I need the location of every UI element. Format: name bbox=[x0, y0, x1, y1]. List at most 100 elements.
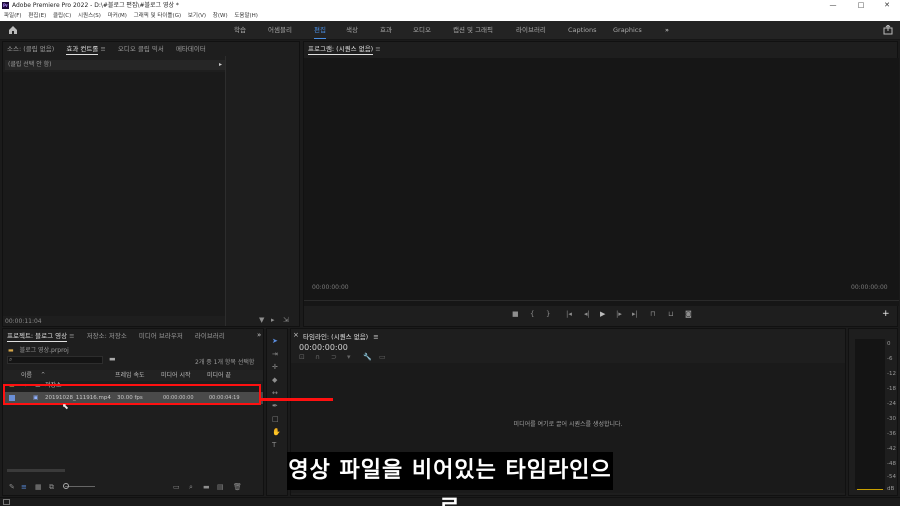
column-frame-rate[interactable]: 프레임 속도 bbox=[115, 370, 145, 381]
workspace-more-button[interactable]: » bbox=[665, 21, 669, 39]
go-to-out-icon[interactable]: ▸| bbox=[632, 310, 638, 319]
toggle-icon[interactable]: ⇲ bbox=[283, 316, 289, 325]
share-icon[interactable] bbox=[883, 25, 893, 35]
hand-tool-icon[interactable]: ✋ bbox=[272, 428, 281, 437]
nest-toggle-icon[interactable]: ⊡ bbox=[299, 353, 305, 362]
tab-audio-clip-mixer[interactable]: 오디오 클립 믹서 bbox=[118, 45, 164, 53]
new-bin-from-search-icon[interactable]: ▬ bbox=[109, 355, 116, 363]
razor-tool-icon[interactable]: ◆ bbox=[272, 376, 277, 385]
workspace-captions[interactable]: Captions bbox=[568, 21, 597, 39]
timeline-marker-icon[interactable]: ▾ bbox=[347, 353, 351, 362]
workspace-learning[interactable]: 학습 bbox=[234, 21, 246, 39]
play-only-arrow-icon[interactable]: ▸ bbox=[219, 60, 222, 70]
ripple-edit-tool-icon[interactable]: ✛ bbox=[272, 363, 278, 372]
step-forward-icon[interactable]: |▸ bbox=[616, 310, 622, 319]
workspace-audio[interactable]: 오디오 bbox=[413, 21, 431, 39]
rectangle-tool-icon[interactable]: □ bbox=[272, 415, 279, 424]
menu-clip[interactable]: 클립(C) bbox=[53, 11, 71, 21]
program-video-area[interactable] bbox=[304, 58, 899, 306]
type-tool-icon[interactable]: T bbox=[272, 441, 276, 450]
zoom-slider-handle[interactable] bbox=[63, 483, 69, 489]
slip-tool-icon[interactable]: ↔ bbox=[272, 389, 278, 398]
program-scrubber[interactable] bbox=[304, 300, 899, 301]
find-icon[interactable]: ⌕ bbox=[189, 483, 193, 492]
tab-project[interactable]: 프로젝트: 블로그 영상 bbox=[7, 332, 68, 342]
workspace-effects[interactable]: 효과 bbox=[380, 21, 392, 39]
meter-label-18: -18 bbox=[887, 386, 896, 392]
project-menu-icon[interactable]: ≡ bbox=[69, 332, 74, 340]
snap-icon[interactable]: ∩ bbox=[315, 353, 320, 362]
go-to-in-icon[interactable]: |◂ bbox=[566, 310, 572, 319]
clear-trash-icon[interactable]: 🗑 bbox=[233, 483, 242, 492]
freeform-view-icon[interactable]: ⧉ bbox=[49, 483, 54, 492]
caption-track-icon[interactable]: ▭ bbox=[379, 353, 386, 362]
tab-effect-controls[interactable]: 효과 컨트롤 bbox=[66, 45, 99, 55]
effect-controls-timecode[interactable]: 00:00:11:04 bbox=[5, 318, 42, 325]
workspace-libraries[interactable]: 라이브러리 bbox=[516, 21, 546, 39]
program-monitor-panel: 프로그램: (시퀀스 없음) ≡ 00:00:00:00 00:00:00:00 … bbox=[303, 41, 899, 327]
list-view-icon[interactable]: ≡ bbox=[21, 483, 27, 492]
workspace-editing[interactable]: 편집 bbox=[314, 21, 326, 39]
tab-metadata[interactable]: 메타데이터 bbox=[176, 45, 206, 53]
export-frame-camera-icon[interactable]: ◙ bbox=[685, 310, 692, 319]
step-back-icon[interactable]: ◂| bbox=[584, 310, 590, 319]
project-horizontal-scrollbar[interactable] bbox=[7, 469, 65, 472]
program-timecode-left[interactable]: 00:00:00:00 bbox=[312, 284, 349, 291]
workspace-assembly[interactable]: 어셈블리 bbox=[268, 21, 292, 39]
menu-graphics[interactable]: 그래픽 및 타이틀(G) bbox=[134, 11, 181, 21]
tab-libraries[interactable]: 라이브러리 bbox=[195, 332, 225, 340]
pencil-icon[interactable]: ✎ bbox=[9, 483, 15, 492]
button-editor-add-icon[interactable]: + bbox=[882, 310, 890, 319]
menu-file[interactable]: 파일(F) bbox=[4, 11, 22, 21]
workspace-color[interactable]: 색상 bbox=[346, 21, 358, 39]
new-item-icon[interactable]: ▤ bbox=[217, 483, 224, 492]
zoom-slider[interactable] bbox=[65, 486, 95, 487]
project-more-tabs-button[interactable]: » bbox=[257, 331, 261, 339]
new-bin-icon[interactable]: ▬ bbox=[203, 483, 210, 492]
timeline-menu-icon[interactable]: ≡ bbox=[373, 333, 378, 341]
pen-tool-icon[interactable]: ✒ bbox=[272, 402, 278, 411]
no-clip-bar: (클립 선택 안 함) ▸ bbox=[5, 60, 225, 70]
menu-help[interactable]: 도움말(H) bbox=[234, 11, 258, 21]
extract-icon[interactable]: ⊔ bbox=[668, 310, 673, 319]
filter-icon[interactable]: ▼ bbox=[259, 316, 264, 325]
menu-sequence[interactable]: 시퀀스(S) bbox=[78, 11, 101, 21]
mark-out-icon[interactable]: } bbox=[546, 310, 550, 319]
timeline-playhead-timecode[interactable]: 00:00:00:00 bbox=[299, 343, 348, 352]
maximize-button[interactable]: □ bbox=[848, 0, 874, 11]
play-icon[interactable]: ▶ bbox=[600, 310, 605, 319]
column-name[interactable]: 이름 bbox=[21, 370, 32, 381]
meter-label-48: -48 bbox=[887, 461, 896, 467]
tab-media-browser[interactable]: 미디어 브라우저 bbox=[139, 332, 183, 340]
home-icon[interactable] bbox=[8, 25, 18, 35]
column-media-end[interactable]: 미디어 끝 bbox=[207, 370, 231, 381]
minimize-button[interactable]: — bbox=[820, 0, 846, 11]
timeline-close-button[interactable]: × bbox=[293, 331, 299, 339]
mark-in-icon[interactable]: { bbox=[530, 310, 534, 319]
menu-edit[interactable]: 편집(E) bbox=[28, 11, 46, 21]
program-monitor-title[interactable]: 프로그램: (시퀀스 없음) bbox=[308, 45, 374, 55]
lift-icon[interactable]: ⊓ bbox=[650, 310, 655, 319]
project-search-input[interactable]: ⌕ bbox=[7, 356, 103, 364]
add-marker-icon[interactable]: ■ bbox=[512, 310, 519, 319]
close-button[interactable]: ✕ bbox=[874, 0, 900, 11]
tab-bin[interactable]: 저장소: 저장소 bbox=[87, 332, 127, 340]
workspace-graphics[interactable]: Graphics bbox=[613, 21, 642, 39]
project-column-header: 이름 ^ 프레임 속도 미디어 시작 미디어 끝 bbox=[3, 370, 263, 381]
column-media-start[interactable]: 미디어 시작 bbox=[161, 370, 191, 381]
icon-view-icon[interactable]: ▦ bbox=[35, 483, 42, 492]
menu-marker[interactable]: 마커(M) bbox=[108, 11, 127, 21]
selection-tool-icon[interactable]: ➤ bbox=[272, 337, 278, 346]
menu-view[interactable]: 보기(V) bbox=[188, 11, 206, 21]
tab-source[interactable]: 소스: (클립 없음) bbox=[7, 45, 54, 53]
menu-window[interactable]: 창(W) bbox=[213, 11, 228, 21]
panel-menu-icon[interactable]: ≡ bbox=[100, 45, 105, 53]
program-menu-icon[interactable]: ≡ bbox=[375, 45, 380, 53]
timeline-title[interactable]: 타임라인: (시퀀스 없음) ≡ bbox=[303, 331, 379, 341]
export-frame-icon[interactable]: ▸ bbox=[271, 316, 275, 325]
automate-to-sequence-icon[interactable]: ▭ bbox=[173, 483, 180, 492]
track-select-tool-icon[interactable]: ⇥ bbox=[272, 350, 278, 359]
linked-selection-icon[interactable]: ⊃ bbox=[331, 353, 337, 362]
workspace-captions-graphics[interactable]: 캡션 및 그래픽 bbox=[453, 21, 493, 39]
timeline-settings-icon[interactable]: 🔧 bbox=[363, 353, 372, 362]
